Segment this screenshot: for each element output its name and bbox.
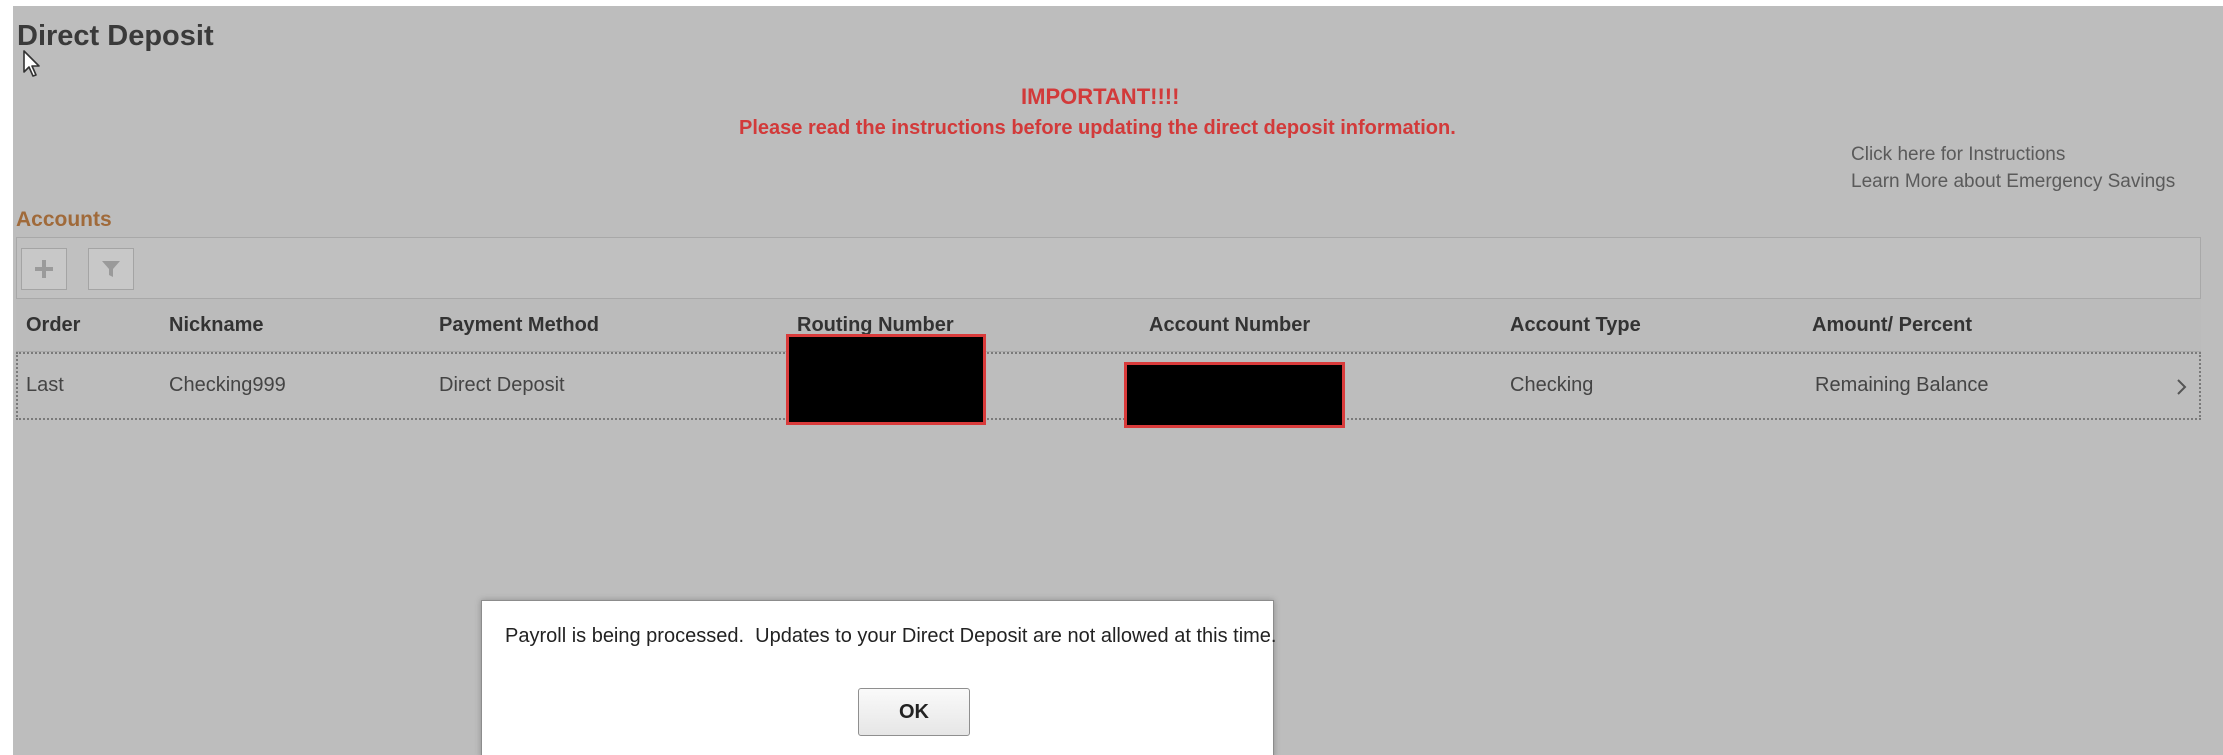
redacted-account-number xyxy=(1124,362,1345,428)
column-header-payment-method[interactable]: Payment Method xyxy=(439,314,599,337)
accounts-table-header: Order Nickname Payment Method Routing Nu… xyxy=(16,299,2201,352)
redacted-routing-number xyxy=(786,334,986,425)
page-title: Direct Deposit xyxy=(17,20,214,52)
payroll-processing-dialog: Payroll is being processed. Updates to y… xyxy=(481,600,1277,755)
important-heading: IMPORTANT!!!! xyxy=(1021,84,1180,109)
chevron-right-icon[interactable] xyxy=(2174,376,2190,398)
mouse-cursor-icon xyxy=(23,50,40,77)
cell-account-type: Checking xyxy=(1510,374,1594,396)
ok-button[interactable]: OK xyxy=(858,688,970,736)
filter-icon xyxy=(102,261,120,277)
column-header-amount-percent[interactable]: Amount/ Percent xyxy=(1812,314,1972,337)
instructions-link[interactable]: Click here for Instructions xyxy=(1851,144,2065,166)
direct-deposit-page: Direct Deposit IMPORTANT!!!! Please read… xyxy=(13,6,2223,755)
cell-payment-method: Direct Deposit xyxy=(439,374,565,396)
accounts-section-title: Accounts xyxy=(16,208,112,231)
filter-button[interactable] xyxy=(88,248,134,290)
emergency-savings-link[interactable]: Learn More about Emergency Savings xyxy=(1851,171,2175,193)
dialog-message: Payroll is being processed. Updates to y… xyxy=(505,625,1277,647)
column-header-nickname[interactable]: Nickname xyxy=(169,314,264,337)
add-account-button[interactable] xyxy=(21,248,67,290)
column-header-account-number[interactable]: Account Number xyxy=(1149,314,1310,337)
column-header-account-type[interactable]: Account Type xyxy=(1510,314,1641,337)
table-row[interactable]: Last Checking999 Direct Deposit Checking… xyxy=(16,352,2201,420)
column-header-order[interactable]: Order xyxy=(26,314,80,337)
plus-icon xyxy=(35,260,53,278)
accounts-toolbar xyxy=(16,237,2201,299)
cell-amount-percent: Remaining Balance xyxy=(1815,374,1989,396)
important-subheading: Please read the instructions before upda… xyxy=(739,117,1456,139)
cell-order: Last xyxy=(26,374,64,396)
cell-nickname: Checking999 xyxy=(169,374,286,396)
